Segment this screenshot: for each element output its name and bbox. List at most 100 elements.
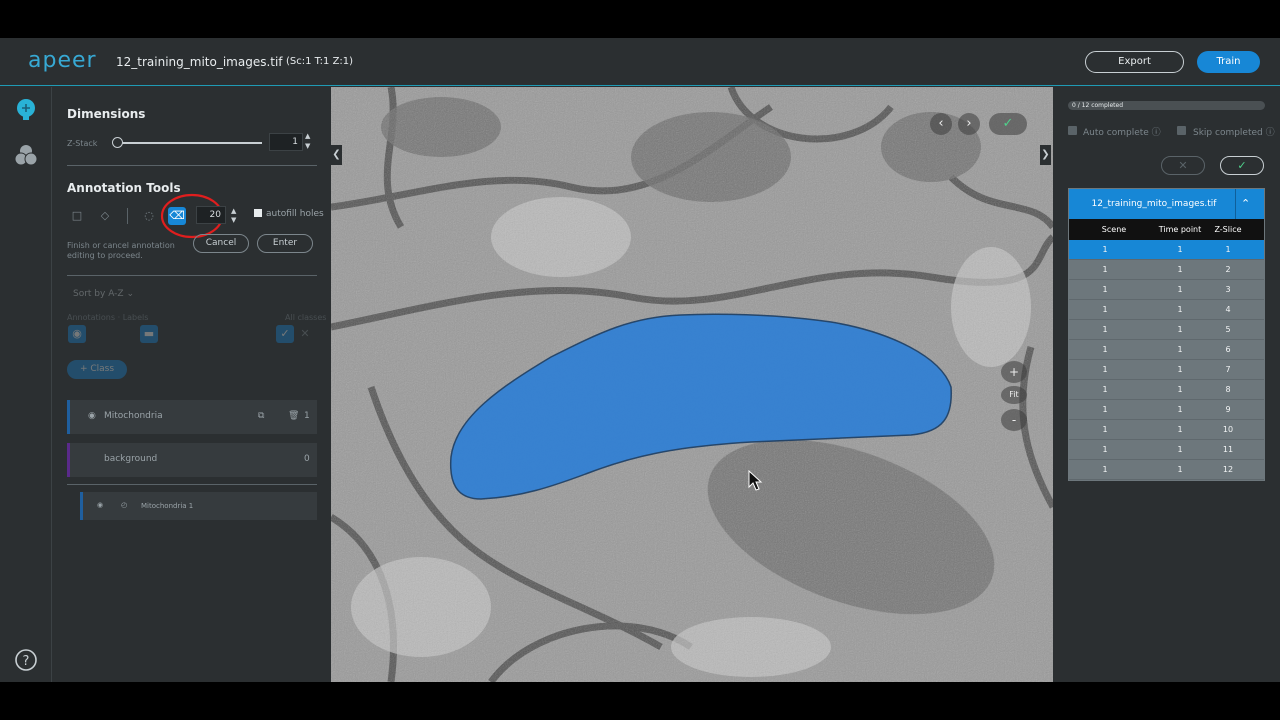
zstack-label: Z-Stack xyxy=(67,139,98,148)
trash-icon[interactable]: 🗑 xyxy=(288,411,299,421)
table-cell: 1 xyxy=(1102,425,1108,434)
help-icon[interactable]: ? xyxy=(14,648,38,672)
auto-complete-text: Auto complete xyxy=(1083,128,1149,138)
skip-completed-text: Skip completed xyxy=(1193,128,1263,138)
table-row[interactable]: 119 xyxy=(1069,400,1264,420)
class-row-background[interactable]: background 0 xyxy=(67,443,317,477)
app-window: apeer 12_training_mito_images.tif (Sc:1 … xyxy=(0,38,1280,682)
table-row[interactable]: 116 xyxy=(1069,340,1264,360)
skip-completed-checkbox[interactable] xyxy=(1177,126,1186,135)
class-name: background xyxy=(104,454,158,464)
top-bar: apeer 12_training_mito_images.tif (Sc:1 … xyxy=(0,38,1280,86)
chevron-up-icon[interactable]: ⌃ xyxy=(1241,197,1250,210)
accept-button[interactable]: ✓ xyxy=(1220,156,1264,175)
autofill-checkbox[interactable] xyxy=(254,209,262,217)
brush-icon[interactable]: ◌ xyxy=(140,207,158,225)
export-button[interactable]: Export xyxy=(1085,51,1184,73)
sort-dropdown[interactable]: Sort by A-Z ⌄ xyxy=(73,289,134,299)
labels-label: Labels xyxy=(122,313,149,322)
all-classes-label: All classes xyxy=(285,313,327,322)
enter-label: Enter xyxy=(272,238,298,248)
zoom-in-button[interactable]: + xyxy=(1001,361,1027,383)
rectangle-icon[interactable]: □ xyxy=(68,207,86,225)
table-cell: 1 xyxy=(1102,405,1108,414)
slices-table: 12_training_mito_images.tif ⌃ Scene Time… xyxy=(1068,188,1265,481)
table-cell: 1 xyxy=(1225,245,1231,254)
table-row[interactable]: 1 1 10 xyxy=(1069,420,1264,440)
polygon-icon[interactable]: ◇ xyxy=(96,207,114,225)
brain-icon[interactable] xyxy=(14,97,38,121)
brush-size-stepper[interactable]: ▲ ▼ xyxy=(231,207,236,225)
file-title: 12_training_mito_images.tif xyxy=(116,55,283,69)
table-row[interactable]: 112 xyxy=(1069,260,1264,280)
reject-button[interactable]: ✕ xyxy=(1161,156,1205,175)
table-row[interactable]: 113 xyxy=(1069,280,1264,300)
image-viewer[interactable]: ❮ ‹ › ✓ + Fit - xyxy=(331,87,1053,682)
chevron-down-icon[interactable]: ▼ xyxy=(305,141,310,151)
zstack-slider-track[interactable] xyxy=(117,142,262,144)
zoom-out-button[interactable]: - xyxy=(1001,409,1027,431)
app-logo: apeer xyxy=(28,48,97,73)
table-row[interactable]: 114 xyxy=(1069,300,1264,320)
table-cell: 1 xyxy=(1102,325,1108,334)
annotation-name: Mitochondria 1 xyxy=(141,502,194,510)
table-row[interactable]: 117 xyxy=(1069,360,1264,380)
eye-icon[interactable]: ◉ xyxy=(88,411,96,421)
close-icon[interactable]: ✕ xyxy=(296,325,314,343)
train-button[interactable]: Train xyxy=(1197,51,1260,73)
table-row[interactable]: 111 xyxy=(1069,240,1264,260)
copy-icon[interactable]: ⧉ xyxy=(258,411,264,421)
chevron-down-icon[interactable]: ▼ xyxy=(231,216,236,225)
table-row[interactable]: 115 xyxy=(1069,320,1264,340)
table-header[interactable]: 12_training_mito_images.tif ⌃ xyxy=(1069,189,1264,219)
table-cell: 6 xyxy=(1225,345,1231,354)
chevron-right-icon[interactable]: ❯ xyxy=(1040,145,1051,165)
table-cell: 9 xyxy=(1225,405,1231,414)
chevron-up-icon[interactable]: ▲ xyxy=(305,131,310,141)
zstack-value-input[interactable]: 1 xyxy=(269,133,303,151)
layers-icon[interactable] xyxy=(14,143,38,167)
cancel-button[interactable]: Cancel xyxy=(193,234,249,253)
table-row[interactable]: 118 xyxy=(1069,380,1264,400)
clock-icon: ◴ xyxy=(121,501,128,509)
chevron-up-icon[interactable]: ▲ xyxy=(231,207,236,216)
eye-icon[interactable]: ◉ xyxy=(97,501,103,509)
autofill-label: autofill holes xyxy=(266,209,324,219)
label-toggle[interactable]: ▬ xyxy=(140,325,158,343)
auto-complete-checkbox[interactable] xyxy=(1068,126,1077,135)
chevron-left-icon[interactable]: ‹ xyxy=(930,113,952,135)
table-row[interactable]: 1 1 12 xyxy=(1069,460,1264,480)
table-cell: 1 xyxy=(1102,285,1108,294)
check-icon[interactable]: ✓ xyxy=(989,113,1027,135)
table-columns: Scene Time point Z-Slice xyxy=(1069,219,1264,240)
check-icon[interactable]: ✓ xyxy=(276,325,294,343)
eye-icon[interactable]: ◉ xyxy=(68,325,86,343)
left-panel: Dimensions Z-Stack 1 ▲ ▼ Annotation Tool… xyxy=(53,87,331,682)
class-name: Mitochondria xyxy=(104,411,163,421)
table-cell: 4 xyxy=(1225,305,1231,314)
svg-text:?: ? xyxy=(23,654,30,669)
table-title: 12_training_mito_images.tif xyxy=(1091,199,1217,209)
table-cell: 5 xyxy=(1225,325,1231,334)
table-cell: 1 xyxy=(1102,265,1108,274)
add-class-button[interactable]: + Class xyxy=(67,360,127,379)
table-cell: 7 xyxy=(1225,365,1231,374)
table-row[interactable]: 1 1 11 xyxy=(1069,440,1264,460)
annotation-row-mitochondria-1[interactable]: ◉ ◴ Mitochondria 1 xyxy=(80,492,317,520)
progress-bar: 0 / 12 completed xyxy=(1068,101,1265,110)
zstack-stepper[interactable]: ▲ ▼ xyxy=(305,131,310,151)
sort-label: Sort by A-Z xyxy=(73,289,124,299)
zoom-fit-button[interactable]: Fit xyxy=(1001,386,1027,404)
class-row-mitochondria[interactable]: ◉ Mitochondria ⧉ 🗑 1 xyxy=(67,400,317,434)
chevron-right-icon[interactable]: › xyxy=(958,113,980,135)
enter-button[interactable]: Enter xyxy=(257,234,313,253)
table-cell: 1 xyxy=(1102,345,1108,354)
table-cell: 12 xyxy=(1222,465,1234,474)
zstack-slider-handle[interactable] xyxy=(112,137,123,148)
divider xyxy=(67,165,317,166)
brush-size-input[interactable]: 20 xyxy=(196,206,226,224)
microscopy-image xyxy=(331,87,1053,682)
chevron-left-icon[interactable]: ❮ xyxy=(331,145,342,165)
annotations-label: Annotations xyxy=(67,313,116,322)
warning-text: Finish or cancel annotation editing to p… xyxy=(67,241,175,260)
